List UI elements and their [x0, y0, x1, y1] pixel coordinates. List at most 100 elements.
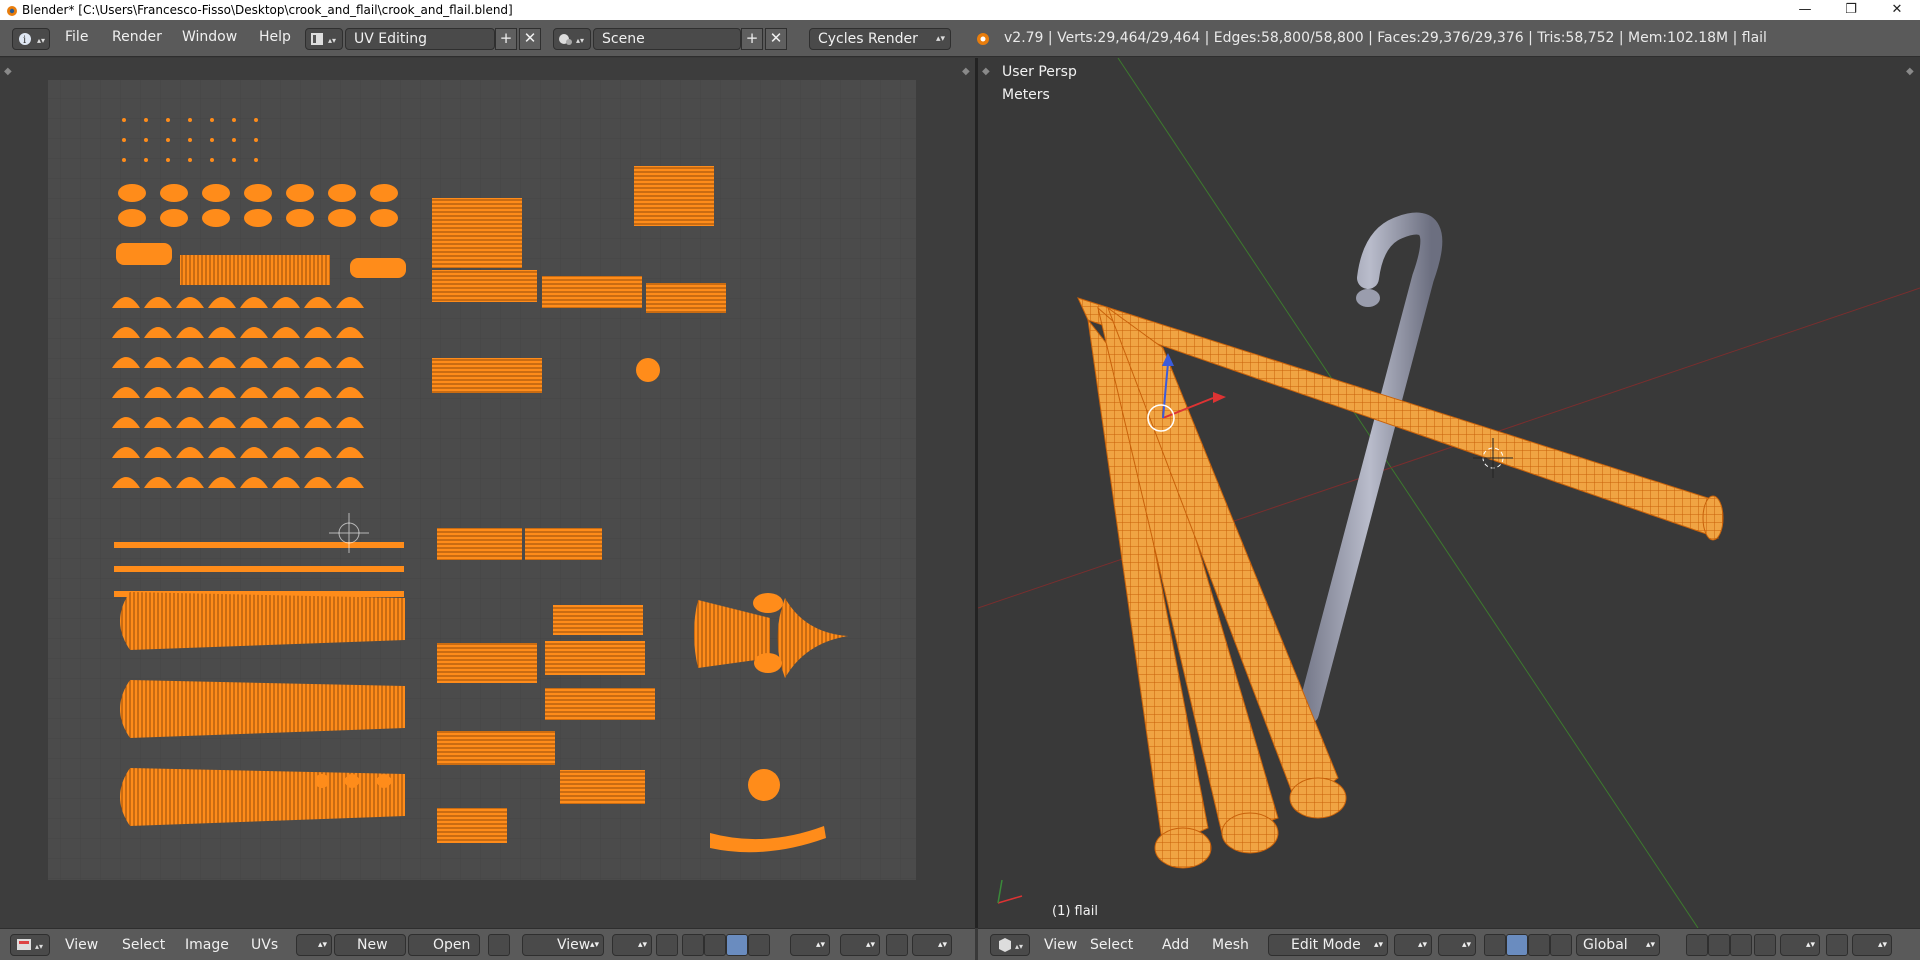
uv-island [553, 605, 643, 635]
uv-island [244, 184, 272, 202]
uv-canvas[interactable] [0, 58, 975, 928]
pivot-dropdown[interactable]: ▴▾ [612, 934, 652, 956]
screen-layout-field[interactable]: UV Editing [345, 28, 495, 50]
3d-menu-mesh[interactable]: Mesh [1212, 937, 1249, 953]
uv-menu-image[interactable]: Image [185, 937, 229, 953]
uv-island [118, 184, 146, 202]
menu-render[interactable]: Render [112, 29, 162, 45]
island-select-icon[interactable] [748, 934, 770, 956]
uv-island [254, 138, 258, 142]
transform-orientation-label: Global [1583, 937, 1628, 953]
uv-island [244, 209, 272, 227]
translate-manipulator-icon[interactable] [1506, 934, 1528, 956]
3d-menu-select[interactable]: Select [1090, 937, 1133, 953]
view-mode-label: View [557, 937, 591, 953]
edge-select-icon[interactable] [704, 934, 726, 956]
face-select-icon[interactable] [726, 934, 748, 956]
view-mode-dropdown[interactable]: View ▴▾ [522, 934, 604, 956]
vertex-select-mode-icon[interactable] [1686, 934, 1708, 956]
add-scene-button[interactable]: + [741, 28, 763, 50]
uv-island [120, 768, 405, 826]
uv-island [328, 209, 356, 227]
uv-island [210, 158, 214, 162]
uv-island [114, 542, 404, 548]
uv-island [210, 138, 214, 142]
occlude-geometry-icon[interactable] [1754, 934, 1776, 956]
info-header: i ▴▾ File Render Window Help ▴▾ UV Editin… [0, 20, 1920, 57]
snap-icon[interactable] [886, 934, 908, 956]
remove-scene-button[interactable]: ✕ [765, 28, 787, 50]
menu-help[interactable]: Help [259, 29, 291, 45]
remove-screen-button[interactable]: ✕ [519, 28, 541, 50]
pin-icon[interactable] [488, 934, 510, 956]
vertex-select-icon[interactable] [682, 934, 704, 956]
image-browse-button[interactable]: ▴▾ [296, 934, 332, 956]
uv-image-editor[interactable]: ◆ ◆ [0, 58, 975, 928]
uv-menu-select[interactable]: Select [122, 937, 165, 953]
3d-viewport[interactable]: ◆ ◆ User Persp Meters (1) flail [978, 58, 1920, 928]
add-screen-button[interactable]: + [495, 28, 517, 50]
render-engine-dropdown[interactable]: Cycles Render ▴▾ [809, 28, 951, 50]
3d-scene[interactable] [978, 58, 1920, 928]
uv-island [188, 138, 192, 142]
scale-manipulator-icon[interactable] [1550, 934, 1572, 956]
uv-island [646, 283, 726, 313]
3d-view-icon: ▴▾ [999, 938, 1023, 952]
close-button[interactable]: ✕ [1874, 0, 1920, 20]
new-image-button[interactable]: New [334, 934, 406, 956]
uv-island [166, 118, 170, 122]
uv-island [114, 566, 404, 572]
uv-island [122, 138, 126, 142]
uv-island [754, 653, 782, 673]
proportional-dropdown[interactable]: ▴▾ [840, 934, 880, 956]
transform-orientation-dropdown[interactable]: Global ▴▾ [1576, 934, 1660, 956]
uv-island [432, 198, 522, 268]
uv-island [144, 158, 148, 162]
scene-icon-button[interactable]: ▴▾ [553, 28, 591, 50]
snap-toggle-icon[interactable] [1826, 934, 1848, 956]
3d-menu-add[interactable]: Add [1162, 937, 1189, 953]
uv-menu-view[interactable]: View [65, 937, 98, 953]
snap-element-dropdown[interactable]: ▴▾ [912, 934, 952, 956]
uv-menu-uvs[interactable]: UVs [251, 937, 278, 953]
3d-menu-view[interactable]: View [1044, 937, 1077, 953]
editor-type-3d-button[interactable]: ▴▾ [990, 934, 1030, 956]
uv-island [525, 528, 602, 560]
viewport-shading-dropdown[interactable]: ▴▾ [1394, 934, 1432, 956]
uv-island [315, 774, 329, 788]
pivot-point-dropdown[interactable]: ▴▾ [1438, 934, 1476, 956]
uv-island [122, 158, 126, 162]
uv-island [753, 593, 783, 613]
menu-file[interactable]: File [65, 29, 88, 45]
face-select-mode-icon[interactable] [1730, 934, 1752, 956]
editor-type-uv-button[interactable]: ▴▾ [10, 934, 50, 956]
screen-layout-icon-button[interactable]: ▴▾ [305, 28, 343, 50]
uv-island [116, 243, 172, 265]
uv-island [437, 808, 507, 843]
uv-island [120, 592, 405, 650]
open-image-label: Open [433, 937, 471, 953]
svg-text:▴▾: ▴▾ [37, 36, 45, 45]
edge-select-mode-icon[interactable] [1708, 934, 1730, 956]
editor-type-info-button[interactable]: i ▴▾ [12, 28, 50, 50]
blender-logo-icon [7, 6, 17, 16]
rotate-manipulator-icon[interactable] [1528, 934, 1550, 956]
maximize-button[interactable]: ❐ [1828, 0, 1874, 20]
uv-island [542, 276, 642, 308]
mini-axis-icon [997, 879, 1023, 904]
svg-text:▴▾: ▴▾ [328, 36, 336, 45]
sticky-mode-dropdown[interactable]: ▴▾ [790, 934, 830, 956]
open-image-button[interactable]: Open [408, 934, 480, 956]
menu-window[interactable]: Window [182, 29, 237, 45]
sync-selection-icon[interactable] [656, 934, 678, 956]
uv-island [166, 158, 170, 162]
proportional-editing-dropdown[interactable]: ▴▾ [1780, 934, 1820, 956]
manipulator-toggle-icon[interactable] [1484, 934, 1506, 956]
minimize-button[interactable]: — [1782, 0, 1828, 20]
uv-island [350, 258, 406, 278]
snap-target-dropdown[interactable]: ▴▾ [1852, 934, 1892, 956]
window-titlebar: Blender* [C:\Users\Francesco-Fisso\Deskt… [0, 0, 1920, 20]
scene-field[interactable]: Scene [593, 28, 741, 50]
interaction-mode-dropdown[interactable]: Edit Mode ▴▾ [1268, 934, 1388, 956]
uv-island [160, 184, 188, 202]
